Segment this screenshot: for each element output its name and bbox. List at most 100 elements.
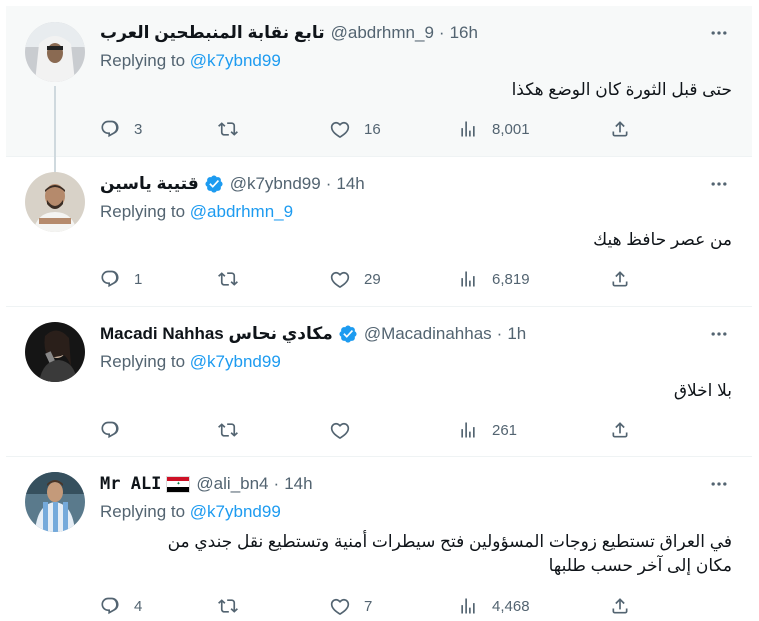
more-options-icon[interactable]: [704, 173, 734, 195]
like-button[interactable]: 29: [330, 267, 381, 291]
views-button[interactable]: 4,468: [458, 594, 530, 618]
share-icon: [612, 422, 628, 438]
replying-to-mention[interactable]: @k7ybnd99: [190, 51, 281, 70]
retweet-icon: [218, 599, 238, 613]
tweet[interactable]: Macadi Nahhas مكادي نحاس @Macadinahhas ·…: [6, 307, 752, 457]
share-button[interactable]: [610, 594, 630, 618]
user-handle[interactable]: @abdrhmn_9: [331, 23, 434, 43]
views-button[interactable]: 261: [458, 418, 517, 442]
replying-to-mention[interactable]: @k7ybnd99: [190, 502, 281, 521]
display-name[interactable]: Macadi Nahhas مكادي نحاس: [100, 324, 333, 344]
reply-count: 1: [134, 270, 143, 288]
reply-button[interactable]: 3: [100, 117, 142, 141]
reply-icon: [101, 597, 119, 615]
replying-to-label: Replying to: [100, 502, 186, 521]
reply-icon: [101, 421, 119, 439]
replying-to: Replying to @k7ybnd99: [100, 502, 281, 522]
separator-dot: ·: [273, 474, 280, 493]
analytics-icon: [461, 271, 475, 287]
heart-icon: [330, 121, 350, 138]
avatar[interactable]: [25, 322, 85, 382]
tweet-text-line: في العراق تستطيع زوجات المسؤولين فتح سيط…: [167, 532, 732, 551]
tweet-header: تابع نقابة المنبطحين العرب @abdrhmn_9 · …: [100, 22, 732, 44]
replies-timeline: تابع نقابة المنبطحين العرب @abdrhmn_9 · …: [0, 0, 759, 621]
share-button[interactable]: [610, 117, 630, 141]
share-icon: [612, 598, 628, 614]
more-options-icon[interactable]: [704, 22, 734, 44]
share-icon: [612, 121, 628, 137]
replying-to: Replying to @abdrhmn_9: [100, 202, 293, 222]
replying-to: Replying to @k7ybnd99: [100, 352, 281, 372]
replying-to-mention[interactable]: @abdrhmn_9: [190, 202, 293, 221]
like-count: 29: [364, 270, 381, 288]
retweet-button[interactable]: [218, 418, 238, 442]
reply-button[interactable]: [100, 418, 120, 442]
tweet[interactable]: قتيبة ياسين @k7ybnd99 · 14h Replying to …: [6, 157, 752, 307]
tweet-actions: 3 16 8,001: [100, 117, 742, 141]
retweet-button[interactable]: [218, 267, 238, 291]
iraq-flag-icon: ✦: [166, 475, 191, 493]
tweet-header: Mr ALI ✦ @ali_bn4 · 14h: [100, 473, 732, 495]
reply-icon: [101, 270, 119, 288]
share-icon: [612, 271, 628, 287]
reply-count: 3: [134, 120, 143, 138]
tweet-text: حتى قبل الثورة كان الوضع هكذا: [511, 80, 732, 99]
avatar[interactable]: [25, 172, 85, 232]
tweet-text-line: مكان إلى آخر حسب طلبها: [548, 556, 732, 575]
separator-dot: ·: [496, 324, 503, 343]
reply-count: 4: [134, 597, 143, 615]
tweet[interactable]: تابع نقابة المنبطحين العرب @abdrhmn_9 · …: [6, 6, 752, 181]
analytics-icon: [461, 422, 475, 438]
view-count: 8,001: [492, 120, 530, 138]
view-count: 4,468: [492, 597, 530, 615]
avatar[interactable]: [25, 472, 85, 532]
tweet-text: من عصر حافظ هيك: [593, 230, 732, 249]
more-options-icon[interactable]: [704, 473, 734, 495]
like-button[interactable]: 7: [330, 594, 372, 618]
retweet-icon: [218, 272, 238, 286]
views-button[interactable]: 8,001: [458, 117, 530, 141]
verified-badge-icon: [204, 174, 224, 194]
more-options-icon[interactable]: [704, 323, 734, 345]
verified-badge-icon: [338, 324, 358, 344]
heart-icon: [330, 271, 350, 288]
user-handle[interactable]: @k7ybnd99: [230, 174, 321, 194]
retweet-button[interactable]: [218, 117, 238, 141]
reply-icon: [101, 120, 119, 138]
timestamp[interactable]: 14h: [336, 174, 364, 194]
like-count: 7: [364, 597, 373, 615]
retweet-button[interactable]: [218, 594, 238, 618]
share-button[interactable]: [610, 418, 630, 442]
reply-button[interactable]: 4: [100, 594, 142, 618]
heart-icon: [330, 598, 350, 615]
display-name[interactable]: تابع نقابة المنبطحين العرب: [100, 23, 325, 43]
replying-to-label: Replying to: [100, 202, 186, 221]
tweet-actions: 4 7 4,468: [100, 594, 742, 618]
timestamp[interactable]: 1h: [507, 324, 526, 344]
heart-icon: [330, 422, 350, 439]
like-button[interactable]: [330, 418, 350, 442]
analytics-icon: [461, 598, 475, 614]
replying-to-label: Replying to: [100, 352, 186, 371]
views-button[interactable]: 6,819: [458, 267, 530, 291]
replying-to-mention[interactable]: @k7ybnd99: [190, 352, 281, 371]
avatar[interactable]: [25, 22, 85, 82]
timestamp[interactable]: 14h: [284, 474, 312, 494]
timestamp[interactable]: 16h: [450, 23, 478, 43]
like-button[interactable]: 16: [330, 117, 381, 141]
analytics-icon: [461, 121, 475, 137]
user-handle[interactable]: @ali_bn4: [196, 474, 268, 494]
view-count: 6,819: [492, 270, 530, 288]
display-name[interactable]: Mr ALI: [100, 474, 161, 494]
tweet[interactable]: Mr ALI ✦ @ali_bn4 · 14h Replying to @k7y…: [6, 457, 752, 621]
tweet-actions: 261: [100, 418, 742, 442]
user-handle[interactable]: @Macadinahhas: [364, 324, 492, 344]
tweet-text: في العراق تستطيع زوجات المسؤولين فتح سيط…: [100, 530, 732, 578]
replying-to: Replying to @k7ybnd99: [100, 51, 281, 71]
share-button[interactable]: [610, 267, 630, 291]
reply-button[interactable]: 1: [100, 267, 142, 291]
display-name[interactable]: قتيبة ياسين: [100, 174, 199, 194]
tweet-header: Macadi Nahhas مكادي نحاس @Macadinahhas ·…: [100, 323, 732, 345]
like-count: 16: [364, 120, 381, 138]
retweet-icon: [218, 423, 238, 437]
